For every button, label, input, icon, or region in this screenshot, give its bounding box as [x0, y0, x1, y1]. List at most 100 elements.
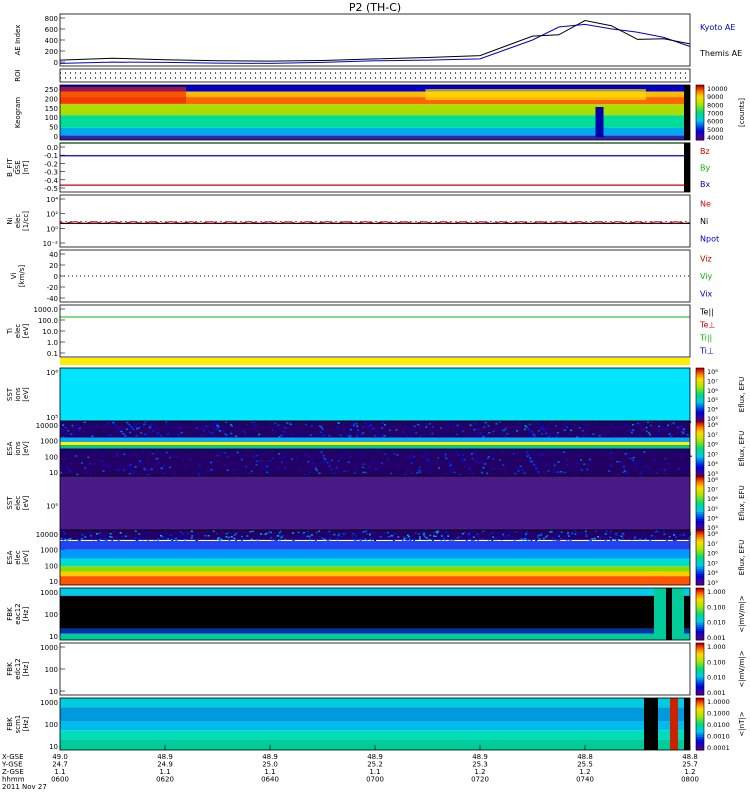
speckle [303, 473, 306, 476]
speckle [484, 463, 487, 465]
speckle [310, 458, 313, 461]
speckle [309, 434, 312, 436]
speckle [447, 535, 450, 537]
speckle [262, 451, 265, 453]
speckle [346, 470, 349, 473]
speckle [564, 535, 567, 537]
speckle [84, 536, 87, 538]
speckle [668, 536, 671, 538]
speckle [135, 453, 138, 455]
speckle [652, 457, 655, 460]
speckle [274, 538, 277, 540]
speckle [116, 426, 119, 428]
speckle [523, 472, 526, 475]
speckle [409, 538, 412, 541]
speckle [254, 424, 257, 427]
speckle [544, 431, 547, 433]
speckle [488, 432, 491, 434]
speckle [446, 429, 449, 431]
speckle [362, 537, 365, 539]
speckle [245, 538, 248, 540]
legend-label-ni: Ni [700, 217, 708, 226]
speckle [284, 453, 287, 456]
speckle [481, 538, 484, 541]
speckle [134, 530, 137, 532]
colorbar-esa_e: 10⁸ 10⁷ 10⁶10⁵ 10⁴ 10³ Eflux, EFU [695, 529, 746, 587]
speckle [536, 422, 539, 424]
speckle [502, 451, 505, 454]
speckle [540, 534, 543, 536]
speckle [586, 468, 589, 471]
speckle [449, 471, 452, 473]
speckle [162, 464, 165, 467]
speckle [181, 459, 184, 461]
speckle [148, 452, 151, 454]
speckle [537, 534, 540, 537]
speckle [666, 532, 669, 535]
speckle [567, 534, 570, 536]
speckle [200, 435, 203, 437]
speckle [326, 532, 329, 535]
speckle [623, 532, 626, 534]
speckle [563, 429, 566, 431]
speckle [353, 472, 356, 474]
speckle [205, 471, 208, 473]
speckle [472, 536, 475, 538]
speckle [101, 534, 104, 536]
speckle [528, 423, 531, 426]
speckle [678, 428, 681, 430]
speckle [138, 533, 141, 535]
speckle [486, 423, 489, 426]
speckle [599, 536, 602, 539]
speckle [631, 457, 634, 460]
speckle [465, 539, 468, 541]
speckle [386, 426, 389, 429]
speckle [211, 432, 214, 434]
speckle [121, 535, 124, 538]
speckle [407, 535, 410, 538]
speckle [668, 433, 671, 435]
panel-ylabel-keogram: Keogram [14, 97, 22, 128]
speckle [542, 537, 545, 540]
colorbar-tick-label: 10⁷ [707, 540, 718, 548]
speckle [112, 530, 115, 532]
speckle [383, 532, 386, 535]
colorbar-tick-label: 10000 [707, 85, 728, 93]
speckle [680, 427, 683, 430]
speckle [264, 468, 267, 471]
speckle [132, 428, 135, 431]
y-tick-label: 0 [54, 59, 58, 67]
speckle [214, 422, 217, 425]
speckle [418, 538, 421, 540]
speckle [612, 456, 615, 459]
speckle [108, 422, 111, 425]
colorbar-tick-label: 10⁴ [707, 460, 718, 468]
fbk-scm-event [670, 698, 678, 750]
speckle [620, 460, 623, 462]
speckle [152, 429, 155, 432]
speckle [250, 470, 253, 473]
speckle [225, 536, 228, 538]
speckle [308, 535, 311, 538]
speckle [608, 470, 611, 472]
speckle [419, 471, 422, 473]
speckle [70, 433, 73, 435]
speckle [225, 434, 228, 437]
speckle [525, 533, 528, 535]
speckle [433, 531, 436, 534]
speckle [650, 534, 653, 537]
speckle [184, 464, 187, 467]
speckle [482, 435, 485, 438]
speckle [533, 465, 536, 467]
speckle [457, 454, 460, 456]
speckle [330, 468, 333, 471]
speckle [450, 463, 453, 466]
speckle [640, 423, 643, 426]
speckle [278, 453, 281, 455]
tplot-figure: AE Index8006004002000Kyoto AEThemis AERO… [1, 13, 746, 791]
speckle [90, 474, 93, 476]
speckle [440, 535, 443, 537]
speckle [456, 451, 459, 454]
speckle [70, 463, 73, 465]
speckle [147, 532, 150, 535]
